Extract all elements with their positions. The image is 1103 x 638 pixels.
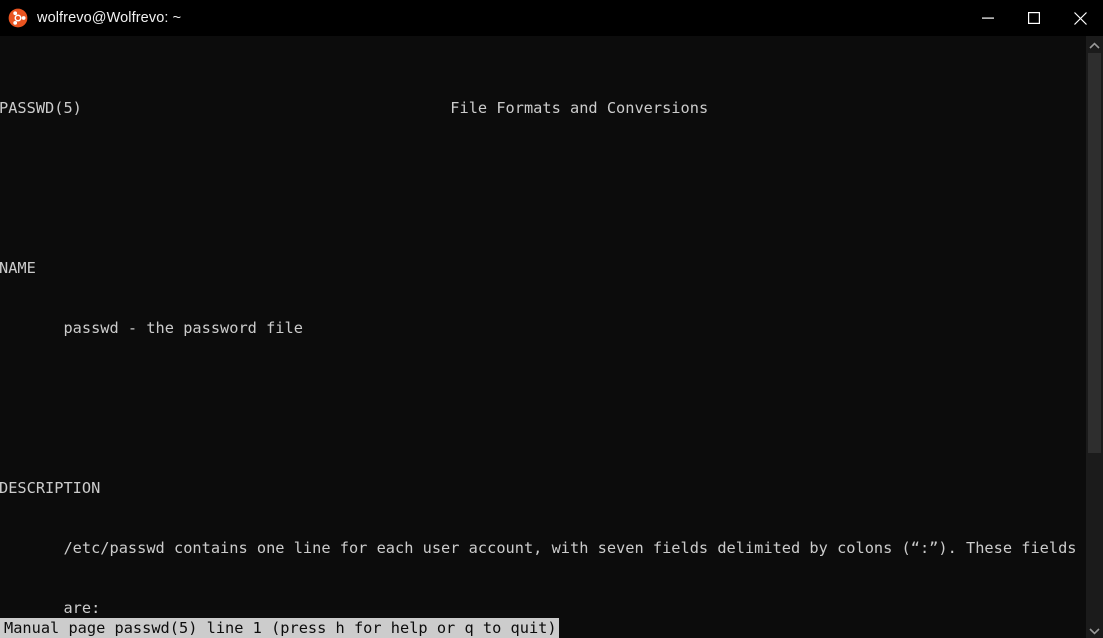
man-header-left: PASSWD(5)	[0, 99, 82, 117]
terminal-screen[interactable]: PASSWD(5) File Formats and Conversions P…	[0, 36, 1086, 638]
scroll-down-button[interactable]	[1086, 621, 1103, 638]
title-bar[interactable]: wolfrevo@Wolfrevo: ~	[0, 0, 1103, 36]
title-bar-left: wolfrevo@Wolfrevo: ~	[0, 8, 181, 28]
minimize-button[interactable]	[965, 0, 1011, 36]
close-icon	[1073, 11, 1087, 25]
section-body-name: passwd - the password file	[0, 319, 303, 337]
minimize-icon	[982, 12, 994, 24]
window-controls	[965, 0, 1103, 36]
ubuntu-logo-icon	[8, 8, 28, 28]
chevron-up-icon	[1089, 36, 1100, 54]
man-header-center: File Formats and Conversions	[450, 99, 709, 117]
man-header-line: PASSWD(5) File Formats and Conversions P…	[0, 98, 1086, 118]
pager-status-bar[interactable]: Manual page passwd(5) line 1 (press h fo…	[0, 618, 559, 638]
vertical-scrollbar[interactable]	[1086, 36, 1103, 638]
window-title: wolfrevo@Wolfrevo: ~	[37, 10, 182, 26]
scrollbar-thumb[interactable]	[1088, 53, 1101, 453]
terminal-window: wolfrevo@Wolfrevo: ~ PASSWD(5) File Form…	[0, 0, 1103, 638]
man-page-content: PASSWD(5) File Formats and Conversions P…	[0, 38, 1086, 638]
section-heading-name: NAME	[0, 259, 36, 277]
man-header-left-pad	[82, 99, 450, 117]
maximize-button[interactable]	[1011, 0, 1057, 36]
section-heading-description: DESCRIPTION	[0, 479, 101, 497]
man-header-right-pad	[708, 99, 1086, 117]
scrollbar-track[interactable]	[1086, 53, 1103, 621]
maximize-icon	[1028, 12, 1040, 24]
chevron-down-icon	[1089, 620, 1100, 638]
scroll-up-button[interactable]	[1086, 36, 1103, 53]
description-line-2: are:	[0, 599, 101, 617]
close-button[interactable]	[1057, 0, 1103, 36]
terminal-area: PASSWD(5) File Formats and Conversions P…	[0, 36, 1103, 638]
description-line-1: /etc/passwd contains one line for each u…	[0, 539, 1077, 557]
